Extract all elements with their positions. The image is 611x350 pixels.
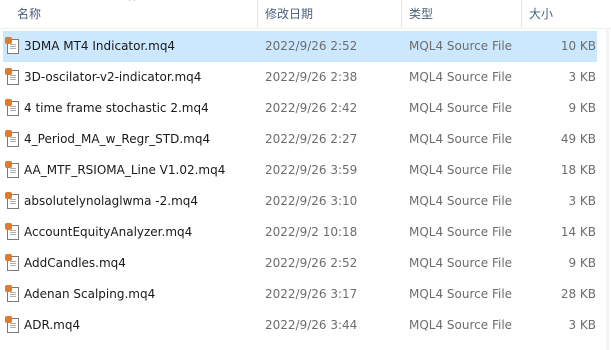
file-date: 2022/9/26 2:52 bbox=[265, 256, 358, 270]
file-type: MQL4 Source File bbox=[409, 70, 513, 84]
file-date: 2022/9/26 3:44 bbox=[265, 318, 358, 332]
file-name: Adenan Scalping.mq4 bbox=[24, 287, 156, 301]
file-type: MQL4 Source File bbox=[409, 132, 513, 146]
file-date: 2022/9/26 2:27 bbox=[265, 132, 358, 146]
file-name: 4 time frame stochastic 2.mq4 bbox=[24, 101, 209, 115]
column-divider[interactable] bbox=[257, 0, 258, 28]
file-type: MQL4 Source File bbox=[409, 101, 513, 115]
column-header-size[interactable]: 大小 bbox=[529, 0, 553, 28]
file-date: 2022/9/26 2:38 bbox=[265, 70, 358, 84]
file-name: 3DMA MT4 Indicator.mq4 bbox=[24, 39, 176, 53]
file-date: 2022/9/26 3:59 bbox=[265, 163, 358, 177]
file-size: 3 KB bbox=[568, 194, 596, 208]
mql4-file-icon bbox=[5, 285, 19, 302]
file-row[interactable]: 3DMA MT4 Indicator.mq4 2022/9/26 2:52 MQ… bbox=[0, 31, 611, 62]
file-name: 3D-oscilator-v2-indicator.mq4 bbox=[24, 70, 202, 84]
file-row[interactable]: Adenan Scalping.mq4 2022/9/26 3:17 MQL4 … bbox=[0, 279, 611, 310]
file-size: 28 KB bbox=[560, 287, 596, 301]
column-divider[interactable] bbox=[521, 0, 522, 28]
file-name: ADR.mq4 bbox=[24, 318, 81, 332]
mql4-file-icon bbox=[5, 37, 19, 54]
file-date: 2022/9/2 10:18 bbox=[265, 225, 358, 239]
file-size: 18 KB bbox=[560, 163, 596, 177]
file-size: 10 KB bbox=[560, 39, 596, 53]
file-date: 2022/9/26 2:52 bbox=[265, 39, 358, 53]
file-type: MQL4 Source File bbox=[409, 287, 513, 301]
column-header-name[interactable]: 名称 bbox=[17, 0, 41, 28]
mql4-file-icon bbox=[5, 254, 19, 271]
column-divider[interactable] bbox=[401, 0, 402, 28]
file-type: MQL4 Source File bbox=[409, 256, 513, 270]
file-name: AccountEquityAnalyzer.mq4 bbox=[24, 225, 193, 239]
mql4-file-icon bbox=[5, 316, 19, 333]
column-header-type[interactable]: 类型 bbox=[409, 0, 433, 28]
file-type: MQL4 Source File bbox=[409, 163, 513, 177]
file-size: 3 KB bbox=[568, 70, 596, 84]
file-row[interactable]: 4 time frame stochastic 2.mq4 2022/9/26 … bbox=[0, 93, 611, 124]
file-size: 49 KB bbox=[560, 132, 596, 146]
file-size: 9 KB bbox=[568, 256, 596, 270]
file-name: AA_MTF_RSIOMA_Line V1.02.mq4 bbox=[24, 163, 226, 177]
column-header-bar: ^ 名称 修改日期 类型 大小 bbox=[0, 0, 611, 29]
file-list: 3DMA MT4 Indicator.mq4 2022/9/26 2:52 MQ… bbox=[0, 31, 611, 341]
file-name: AddCandles.mq4 bbox=[24, 256, 126, 270]
mql4-file-icon bbox=[5, 192, 19, 209]
mql4-file-icon bbox=[5, 99, 19, 116]
sort-ascending-icon: ^ bbox=[128, 0, 137, 8]
file-type: MQL4 Source File bbox=[409, 39, 513, 53]
file-size: 3 KB bbox=[568, 318, 596, 332]
mql4-file-icon bbox=[5, 68, 19, 85]
file-date: 2022/9/26 2:42 bbox=[265, 101, 358, 115]
file-row[interactable]: absolutelynolaglwma -2.mq4 2022/9/26 3:1… bbox=[0, 186, 611, 217]
file-type: MQL4 Source File bbox=[409, 194, 513, 208]
file-row[interactable]: 3D-oscilator-v2-indicator.mq4 2022/9/26 … bbox=[0, 62, 611, 93]
file-row[interactable]: AddCandles.mq4 2022/9/26 2:52 MQL4 Sourc… bbox=[0, 248, 611, 279]
file-row[interactable]: AA_MTF_RSIOMA_Line V1.02.mq4 2022/9/26 3… bbox=[0, 155, 611, 186]
mql4-file-icon bbox=[5, 130, 19, 147]
file-row[interactable]: 4_Period_MA_w_Regr_STD.mq4 2022/9/26 2:2… bbox=[0, 124, 611, 155]
column-header-date[interactable]: 修改日期 bbox=[265, 0, 313, 28]
file-date: 2022/9/26 3:17 bbox=[265, 287, 358, 301]
mql4-file-icon bbox=[5, 161, 19, 178]
file-size: 9 KB bbox=[568, 101, 596, 115]
file-type: MQL4 Source File bbox=[409, 225, 513, 239]
file-name: 4_Period_MA_w_Regr_STD.mq4 bbox=[24, 132, 211, 146]
file-date: 2022/9/26 3:10 bbox=[265, 194, 358, 208]
file-size: 14 KB bbox=[560, 225, 596, 239]
file-type: MQL4 Source File bbox=[409, 318, 513, 332]
file-name: absolutelynolaglwma -2.mq4 bbox=[24, 194, 199, 208]
file-row[interactable]: AccountEquityAnalyzer.mq4 2022/9/2 10:18… bbox=[0, 217, 611, 248]
scrollbar[interactable] bbox=[606, 28, 609, 350]
mql4-file-icon bbox=[5, 223, 19, 240]
file-row[interactable]: ADR.mq4 2022/9/26 3:44 MQL4 Source File … bbox=[0, 310, 611, 341]
